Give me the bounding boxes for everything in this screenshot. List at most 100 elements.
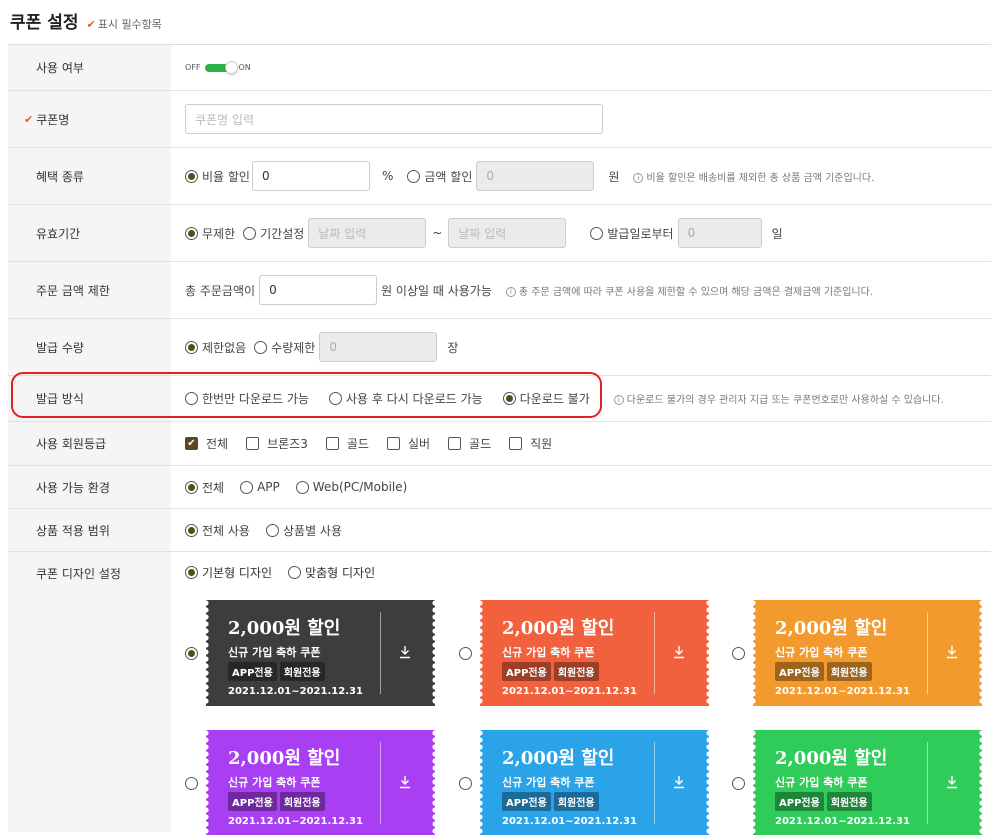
- coupon-name-input[interactable]: 쿠폰명 입력: [185, 104, 603, 134]
- coupon-radio[interactable]: [732, 646, 745, 660]
- checkbox-grade-gold[interactable]: 골드: [325, 435, 369, 452]
- checkbox-grade-bronze3[interactable]: 브론즈3: [246, 435, 308, 452]
- radio-unlimited-qty-label: 제한없음: [202, 340, 247, 355]
- radio-rate-dot: [185, 169, 198, 183]
- coupon-divider: [927, 742, 928, 824]
- coupon-title: 2,000원 할인: [228, 748, 341, 769]
- coupon-divider: [927, 612, 928, 694]
- radio-env-app-dot: [240, 480, 254, 494]
- checkbox-grade-gold-2-box: [448, 437, 462, 450]
- issue-method-hint: i 다운로드 불가의 경우 관리자 지급 또는 쿠폰번호로만 사용하실 수 있습니…: [613, 391, 944, 406]
- amount-unit: 원: [608, 169, 620, 184]
- order-limit-input[interactable]: 0: [259, 275, 378, 305]
- qty-input[interactable]: 0: [319, 332, 438, 362]
- radio-download-again[interactable]: 사용 후 다시 다운로드 가능: [329, 390, 483, 407]
- coupon-title: 2,000원 할인: [775, 618, 888, 639]
- coupon-option-blue[interactable]: 2,000원 할인 신규 가입 축하 쿠폰 APP전용 회원전용 2021.12…: [459, 730, 712, 835]
- usage-toggle[interactable]: OFF ON: [185, 60, 251, 74]
- title-bar: 쿠폰 설정 ✔ 표시 필수항목: [10, 8, 162, 36]
- label-design: 쿠폰 디자인 설정: [8, 552, 171, 832]
- radio-rate[interactable]: 비율 할인: [185, 168, 250, 185]
- coupon-radio[interactable]: [459, 646, 472, 660]
- label-usage: 사용 여부: [8, 45, 171, 90]
- rate-input[interactable]: 0: [251, 161, 370, 191]
- coupon-form: 사용 여부 OFF ON ✔ 쿠폰명 쿠폰명 입력 혜택 종류 비율 할인 0 %…: [8, 44, 991, 835]
- checkbox-grade-bronze3-label: 브론즈3: [267, 437, 308, 451]
- coupon-radio[interactable]: [459, 776, 472, 790]
- checkbox-grade-gold-2-label: 골드: [469, 437, 492, 451]
- coupon-option-red[interactable]: 2,000원 할인 신규 가입 축하 쿠폰 APP전용 회원전용 2021.12…: [459, 600, 712, 706]
- coupon-option-purple[interactable]: 2,000원 할인 신규 가입 축하 쿠폰 APP전용 회원전용 2021.12…: [185, 730, 438, 835]
- radio-range-label: 기간설정: [260, 226, 305, 241]
- coupon-option-orange[interactable]: 2,000원 할인 신규 가입 축하 쿠폰 APP전용 회원전용 2021.12…: [732, 600, 985, 706]
- coupon-edge-right: [703, 730, 712, 835]
- checkbox-grade-all-label: 전체: [206, 437, 229, 451]
- coupon-edge-right: [976, 600, 985, 706]
- radio-design-basic-dot: [185, 566, 198, 579]
- coupon-body: 2,000원 할인 신규 가입 축하 쿠폰 APP전용 회원전용 2021.12…: [759, 600, 976, 706]
- coupon-option-green[interactable]: 2,000원 할인 신규 가입 축하 쿠폰 APP전용 회원전용 2021.12…: [732, 730, 985, 835]
- required-note: ✔ 표시 필수항목: [86, 16, 161, 32]
- radio-from-issue[interactable]: 발급일로부터: [590, 225, 674, 242]
- label-issue-qty: 발급 수량: [8, 319, 171, 375]
- end-date-input[interactable]: 날짜 입력: [448, 218, 567, 248]
- radio-download-once[interactable]: 한번만 다운로드 가능: [185, 390, 309, 407]
- order-limit-hint: i총 주문 금액에 따라 쿠폰 사용을 제한할 수 있으며 해당 금액은 결제금…: [505, 283, 873, 298]
- radio-unlimited-qty-dot: [185, 340, 198, 354]
- radio-range[interactable]: 기간설정: [243, 225, 304, 242]
- radio-env-all-label: 전체: [202, 480, 225, 495]
- radio-unlimited-period-dot: [185, 226, 198, 240]
- checkbox-grade-staff[interactable]: 직원: [509, 435, 552, 452]
- date-tilde: ~: [432, 226, 443, 240]
- coupon-tag-member: 회원전용: [553, 792, 599, 811]
- radio-design-basic[interactable]: 기본형 디자인: [185, 564, 272, 581]
- radio-env-web-dot: [295, 480, 309, 494]
- check-icon: ✔: [24, 112, 34, 126]
- coupon-option-dark[interactable]: 2,000원 할인 신규 가입 축하 쿠폰 APP전용 회원전용 2021.12…: [185, 600, 438, 706]
- coupon-body: 2,000원 할인 신규 가입 축하 쿠폰 APP전용 회원전용 2021.12…: [486, 600, 703, 706]
- coupon-radio[interactable]: [185, 776, 198, 790]
- end-date-placeholder: 날짜 입력: [458, 226, 507, 241]
- radio-env-web-label: Web(PC/Mobile): [312, 480, 408, 494]
- check-icon: ✔: [86, 18, 96, 31]
- radio-unlimited-period[interactable]: 무제한: [185, 225, 235, 242]
- coupon-card: 2,000원 할인 신규 가입 축하 쿠폰 APP전용 회원전용 2021.12…: [750, 730, 985, 835]
- radio-env-all[interactable]: 전체: [185, 479, 224, 496]
- coupon-subtitle: 신규 가입 축하 쿠폰: [228, 776, 321, 789]
- radio-scope-product[interactable]: 상품별 사용: [265, 522, 342, 539]
- coupon-card: 2,000원 할인 신규 가입 축하 쿠폰 APP전용 회원전용 2021.12…: [203, 600, 438, 706]
- coupon-edge-right: [703, 600, 712, 706]
- coupon-date: 2021.12.01~2021.12.31: [228, 816, 363, 827]
- radio-design-custom[interactable]: 맞춤형 디자인: [288, 564, 375, 581]
- coupon-radio[interactable]: [185, 646, 198, 660]
- coupon-date: 2021.12.01~2021.12.31: [502, 686, 637, 697]
- coupon-tag-app: APP전용: [228, 662, 277, 681]
- label-name-text: 쿠폰명: [36, 112, 70, 127]
- coupon-radio[interactable]: [732, 776, 745, 790]
- label-period: 유효기간: [8, 205, 171, 261]
- row-order-limit: 주문 금액 제한 총 주문금액이 0 원 이상일 때 사용가능 i총 주문 금액…: [8, 262, 991, 319]
- checkbox-grade-gold-2[interactable]: 골드: [448, 435, 491, 452]
- checkbox-grade-gold-label: 골드: [346, 437, 369, 451]
- radio-amount[interactable]: 금액 할인: [407, 168, 472, 185]
- radio-limited-qty[interactable]: 수량제한: [254, 339, 315, 356]
- checkbox-grade-all[interactable]: ✔ 전체: [185, 435, 228, 452]
- coupon-card: 2,000원 할인 신규 가입 축하 쿠폰 APP전용 회원전용 2021.12…: [477, 730, 712, 835]
- label-env: 사용 가능 환경: [8, 466, 171, 508]
- radio-env-app[interactable]: APP: [240, 480, 280, 494]
- coupon-body: 2,000원 할인 신규 가입 축하 쿠폰 APP전용 회원전용 2021.12…: [759, 730, 976, 835]
- checkbox-grade-staff-label: 직원: [530, 437, 553, 451]
- coupon-divider: [380, 742, 381, 824]
- coupon-subtitle: 신규 가입 축하 쿠폰: [228, 646, 321, 659]
- radio-unlimited-qty[interactable]: 제한없음: [185, 339, 246, 356]
- row-name: ✔ 쿠폰명 쿠폰명 입력: [8, 91, 991, 148]
- amount-input[interactable]: 0: [476, 161, 595, 191]
- checkbox-grade-silver[interactable]: 실버: [386, 435, 430, 452]
- start-date-input[interactable]: 날짜 입력: [308, 218, 427, 248]
- issue-method-hint-text: 다운로드 불가의 경우 관리자 지급 또는 쿠폰번호로만 사용하실 수 있습니다…: [626, 395, 944, 406]
- radio-scope-all[interactable]: 전체 사용: [185, 522, 250, 539]
- coupon-card: 2,000원 할인 신규 가입 축하 쿠폰 APP전용 회원전용 2021.12…: [203, 730, 438, 835]
- radio-download-none[interactable]: 다운로드 불가: [502, 390, 590, 407]
- days-input[interactable]: 0: [677, 218, 762, 248]
- radio-env-web[interactable]: Web(PC/Mobile): [295, 480, 408, 494]
